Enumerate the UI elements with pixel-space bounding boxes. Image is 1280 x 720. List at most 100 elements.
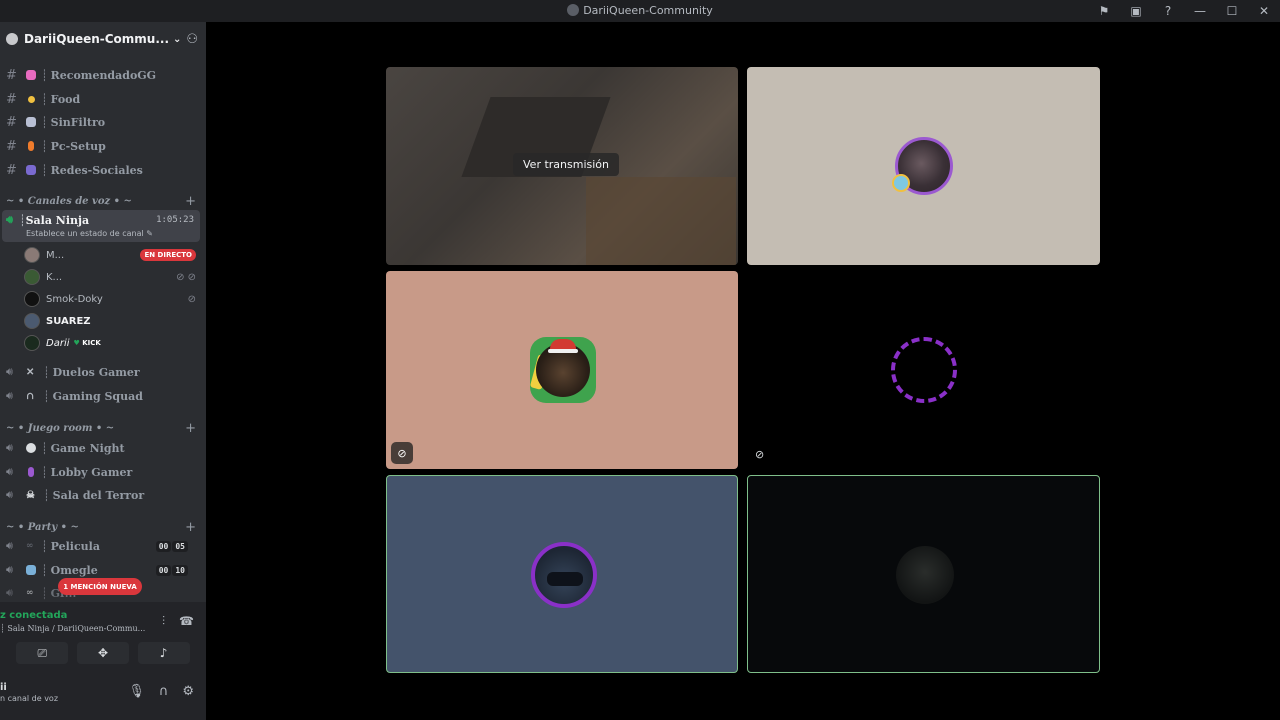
muted-icon: ⊘ [391,442,413,464]
server-header[interactable]: DariiQueen-Commu... ⌄ ⚇ [0,22,206,56]
santa-hat-brim-shape [548,349,578,353]
channel-recomendadogg[interactable]: # ┊ RecomendadoGG [0,64,200,86]
brain-emoji-icon [26,70,36,80]
participant-avatar [531,542,597,608]
category-party[interactable]: ~ • Party • ~ + [6,520,196,535]
maximize-button[interactable]: ☐ [1216,0,1248,22]
voice-user-suarez[interactable]: SUAREZ [24,311,196,331]
activities-icon: ✥ [97,646,109,660]
speaker-icon: 🔊︎ [6,539,13,552]
channel-redes-sociales[interactable]: # ┊ Redes-Sociales [0,159,200,181]
avatar-art-shape [547,572,583,586]
speaker-icon: 🔊︎ [6,213,13,226]
soundboard-button[interactable]: ♪ [137,642,190,664]
participant-avatar [529,337,596,403]
voice-user-m[interactable]: M... EN DIRECTO [24,245,196,265]
eyes-emoji-icon [26,117,36,127]
chevron-down-icon[interactable]: ⌄ [173,34,181,45]
hash-icon: # [6,91,17,107]
activities-button[interactable]: ✥ [76,642,129,664]
lightning-emoji-icon [28,141,34,151]
category-juego-room[interactable]: ~ • Juego room • ~ + [6,421,196,436]
window-titlebar: DariiQueen-Community ⚑ ▣ ? — ☐ ✕ [0,0,1280,22]
participant-avatar [891,337,957,403]
participant-tile-2[interactable] [747,67,1100,265]
channel-game-night[interactable]: 🔊︎ ┊ Game Night [0,437,200,459]
user-limit-counter: 00 10 [155,564,188,576]
user-panel: ii n canal de voz 🎙︎ ∩ ⚙ [0,672,206,720]
voice-call-grid: Ver transmisión ⊘ ⊘ [206,22,1280,720]
avatar [24,313,40,329]
user-limit-counter: 00 05 [155,540,188,552]
participant-tile-5-speaking[interactable] [386,475,738,673]
close-button[interactable]: ✕ [1248,0,1280,22]
microphone-icon[interactable]: 🎙︎ [128,684,145,699]
participant-tile-4[interactable]: ⊘ [747,271,1100,469]
avatar-decoration-icon [892,174,910,192]
channel-status-prompt[interactable]: Establece un estado de canal ✎ [26,229,153,238]
glasses-icon: ∞ [26,588,34,598]
channel-sinfiltro[interactable]: # ┊ SinFiltro [0,111,200,133]
avatar [24,335,40,351]
noise-suppression-icon[interactable]: ⫶ [162,614,165,629]
speaker-icon: 🔊︎ [6,563,13,576]
headphones-icon: ∩ [26,391,35,402]
social-emoji-icon [26,165,36,175]
channel-gaming-squad[interactable]: 🔊︎ ∩ ┊ Gaming Squad [0,385,200,407]
muted-icon: ⊘ [755,448,765,461]
server-name: DariiQueen-Commu... [24,32,170,46]
screen-share-button[interactable]: ⎚ [16,642,69,664]
channel-pc-setup[interactable]: # ┊ Pc-Setup [0,135,200,157]
channel-food[interactable]: # ┊ Food [0,88,200,110]
gamepad-icon [26,443,36,453]
watch-stream-button[interactable]: Ver transmisión [513,153,619,176]
swords-icon: ✕ [26,367,35,378]
add-channel-icon[interactable]: + [185,194,196,209]
channel-duelos-gamer[interactable]: 🔊︎ ✕ ┊ Duelos Gamer [0,361,200,383]
add-channel-icon[interactable]: + [185,520,196,535]
soundboard-icon: ♪ [159,646,168,660]
speaker-icon: 🔊︎ [6,586,13,599]
speaker-icon: 🔊︎ [6,465,13,478]
avatar [24,291,40,307]
new-mention-badge[interactable]: 1 MENCIÓN NUEVA [58,578,142,595]
current-username[interactable]: ii [0,682,7,693]
channel-sidebar: DariiQueen-Commu... ⌄ ⚇ # ┊ RecomendadoGG … [0,22,206,720]
voice-connected-status[interactable]: z conectada [0,610,67,621]
disconnect-icon[interactable]: ☎ [179,614,194,629]
channel-lobby-gamer[interactable]: 🔊︎ ┊ Lobby Gamer [0,461,200,483]
settings-gear-icon[interactable]: ⚙ [182,684,194,699]
channel-sala-ninja[interactable]: 🔊︎ ┊ Sala Ninja 1:05:23 Establece un estad… [2,210,200,242]
channel-sala-del-terror[interactable]: 🔊︎ ☠ ┊ Sala del Terror [0,484,200,506]
muted-deafened-icon: ⊘ ⊘ [176,271,196,283]
help-icon[interactable]: ? [1152,0,1184,22]
hash-icon: # [6,162,17,178]
avatar [24,269,40,285]
stream-tile-live[interactable]: Ver transmisión [386,67,738,265]
game-scene-shape [586,177,736,265]
inbox-icon[interactable]: ▣ [1120,0,1152,22]
minimize-button[interactable]: — [1184,0,1216,22]
voice-user-k[interactable]: K... ⊘ ⊘ [24,267,196,287]
add-channel-icon[interactable]: + [185,421,196,436]
hash-icon: # [6,138,17,154]
speaker-icon: 🔊︎ [6,441,13,454]
voice-user-smok-doky[interactable]: Smok-Doky ⊘ [24,289,196,309]
participant-tile-3[interactable]: ⊘ [386,271,738,469]
flag-icon[interactable]: ⚑ [1088,0,1120,22]
voice-user-darii[interactable]: Darii ♥ KICK [24,333,196,353]
voice-channel-path[interactable]: ┊ Sala Ninja / DariiQueen-Commu... [0,624,145,633]
hash-icon: # [6,114,17,130]
muted-icon: ⊘ [187,293,196,305]
channel-pelicula[interactable]: 🔊︎ ∞ ┊ Pelicula 00 05 [0,535,200,557]
category-canales-de-voz[interactable]: ~ • Canales de voz • ~ + [6,194,196,209]
headphones-icon[interactable]: ∩ [159,684,169,699]
screen-share-icon: ⎚ [37,645,48,660]
live-badge: EN DIRECTO [140,249,196,261]
speaker-icon: 🔊︎ [6,488,13,501]
invite-people-icon[interactable]: ⚇ [186,32,198,47]
tv-icon [26,565,36,575]
link-icon: ∞ [26,541,34,551]
voice-connection-panel: z conectada ┊ Sala Ninja / DariiQueen-Co… [0,602,206,672]
participant-tile-6-speaking[interactable] [747,475,1100,673]
